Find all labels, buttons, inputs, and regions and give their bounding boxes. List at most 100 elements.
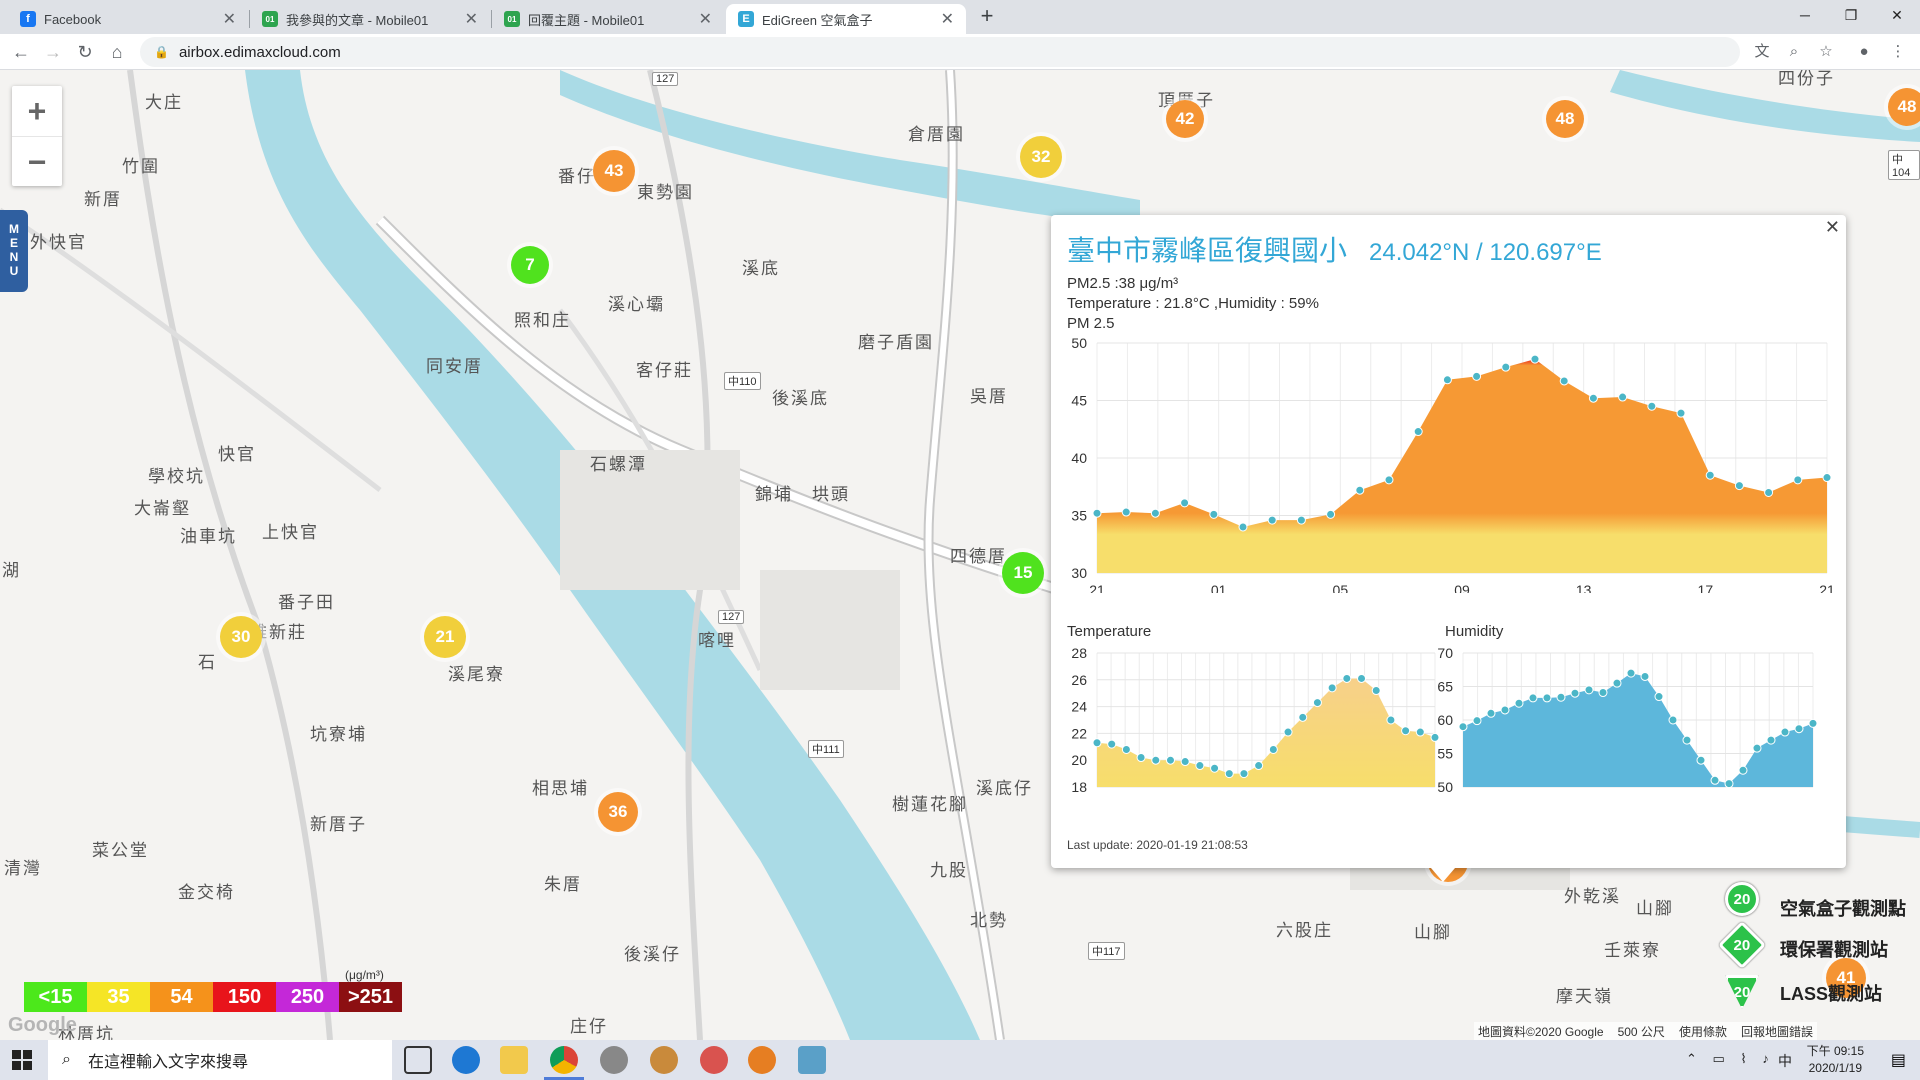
bookmark-star-icon[interactable]: ☆ [1816,42,1836,62]
map-place-label: 金交椅 [178,883,235,902]
data-point [1501,362,1511,372]
map-place-label: 錦埔 [755,485,793,504]
menu-tab[interactable]: MENU [0,210,28,292]
tab-mobile01-articles[interactable]: 01 我參與的文章 - Mobile01 ✕ [250,4,490,34]
y-tick-label: 35 [1071,508,1087,524]
windows-start-icon[interactable] [12,1050,32,1070]
map-report-link[interactable]: 回報地圖錯誤 [1741,1023,1813,1040]
data-point [1500,705,1510,715]
data-point [1588,393,1598,403]
data-point [1682,735,1692,745]
forward-icon[interactable]: → [40,39,66,65]
map-place-label: 上快官 [262,523,319,542]
y-tick-label: 28 [1071,645,1087,661]
data-point [1734,481,1744,491]
pm25-marker[interactable]: 48 [1546,100,1584,138]
data-point [1458,722,1468,732]
reload-icon[interactable]: ↻ [72,39,98,65]
map-place-label: 吳厝 [970,387,1008,406]
address-bar[interactable]: 🔒 airbox.edimaxcloud.com [140,37,1740,67]
pm25-marker[interactable]: 48 [1888,88,1920,126]
map-place-label: 新厝子 [310,815,367,834]
map-canvas[interactable]: 大庄 竹圍 新厝 外快官 番仔園 東勢園 照和庄 溪心壩 溪底 磨子盾園 同安厝… [0,70,1920,1040]
road-shield: 中111 [808,740,844,758]
pm25-marker[interactable]: 15 [1002,552,1044,594]
pm25-marker[interactable]: 36 [598,792,638,832]
pm25-marker[interactable]: 21 [424,616,466,658]
map-place-label: 後溪仔 [624,945,681,964]
zoom-in-button[interactable]: + [12,86,62,136]
map-place-label: 石 [198,653,217,672]
close-tab-icon[interactable]: ✕ [465,9,478,29]
data-point [1738,765,1748,775]
data-point [1267,515,1277,525]
aqi-legend-item: <15 [24,982,87,1012]
close-tab-icon[interactable]: ✕ [699,9,712,29]
map-place-label: 坑寮埔 [310,725,367,744]
more-menu-icon[interactable]: ⋮ [1888,42,1908,62]
back-icon[interactable]: ← [8,39,34,65]
close-tab-icon[interactable]: ✕ [941,9,954,29]
data-point [1584,685,1594,695]
data-point [1822,473,1832,483]
map-terms-link[interactable]: 使用條款 [1679,1023,1727,1040]
pm25-marker[interactable]: 43 [593,150,635,192]
app-icon[interactable] [600,1046,628,1074]
data-point [1724,779,1734,789]
tab-facebook[interactable]: f Facebook ✕ [8,4,248,34]
close-tab-icon[interactable]: ✕ [223,9,236,29]
ime-indicator[interactable]: 中 [1778,1051,1792,1071]
tab-mobile01-reply[interactable]: 01 回覆主題 - Mobile01 ✕ [492,4,724,34]
system-tray-icons[interactable]: ⌃ ▭ ⌇ ♪ [1686,1051,1775,1067]
zoom-out-button[interactable]: − [12,136,62,186]
tab-edigreen[interactable]: E EdiGreen 空氣盒子 ✕ [726,4,966,34]
popup-pointer [1431,868,1455,882]
minimize-icon[interactable]: ─ [1782,0,1828,30]
profile-icon[interactable]: ● [1854,42,1874,62]
new-tab-button[interactable]: + [975,5,999,29]
road-shield: 127 [652,72,679,86]
close-popup-icon[interactable]: ✕ [1825,217,1840,238]
translate-icon[interactable]: 文 [1752,42,1772,62]
edge-icon[interactable] [452,1046,480,1074]
data-point [1151,755,1161,765]
blender-icon[interactable] [748,1046,776,1074]
map-place-label: 倉厝園 [908,125,965,144]
pm25-marker[interactable]: 7 [511,246,549,284]
data-point [1239,769,1249,779]
data-point [1136,753,1146,763]
airbox-station-badge: 20 [1725,882,1759,916]
map-scale: 500 公尺 [1617,1025,1665,1039]
restore-icon[interactable]: ❐ [1828,0,1874,30]
pm25-marker[interactable]: 32 [1020,136,1062,178]
epa-badge-value: 20 [1733,936,1751,954]
map-place-label: 北勢 [970,911,1008,930]
zoom-icon[interactable]: ⌕ [1784,42,1804,62]
map-place-label: 竹圍 [122,157,160,176]
map-place-label: 大崙壑 [134,499,191,518]
pm25-marker[interactable]: 42 [1166,100,1204,138]
data-point [1224,769,1234,779]
airbox-station-label: 空氣盒子觀測點 [1780,899,1906,919]
data-point [1752,743,1762,753]
app-icon[interactable] [700,1046,728,1074]
close-window-icon[interactable]: ✕ [1874,0,1920,30]
map-place-label: 喀哩 [698,631,736,650]
clock-date: 2020/1/19 [1808,1061,1862,1075]
taskbar-search[interactable]: ⌕ 在這裡輸入文字來搜尋 [48,1040,392,1080]
pm25-marker[interactable]: 30 [220,616,262,658]
file-explorer-icon[interactable] [500,1046,528,1074]
lock-icon: 🔒 [154,45,169,59]
chrome-icon[interactable] [550,1046,578,1074]
taskbar-clock[interactable]: 下午 09:15 2020/1/19 [1807,1043,1864,1077]
data-point [1442,375,1452,385]
app-icon[interactable] [798,1046,826,1074]
app-icon[interactable] [650,1046,678,1074]
data-point [1121,507,1131,517]
map-place-label: 學校坑 [148,467,205,486]
y-tick-label: 45 [1071,393,1087,409]
task-view-icon[interactable] [404,1046,432,1074]
home-icon[interactable]: ⌂ [104,39,130,65]
x-tick-label: 17 [1698,582,1714,593]
notification-icon[interactable]: ▤ [1891,1050,1906,1070]
